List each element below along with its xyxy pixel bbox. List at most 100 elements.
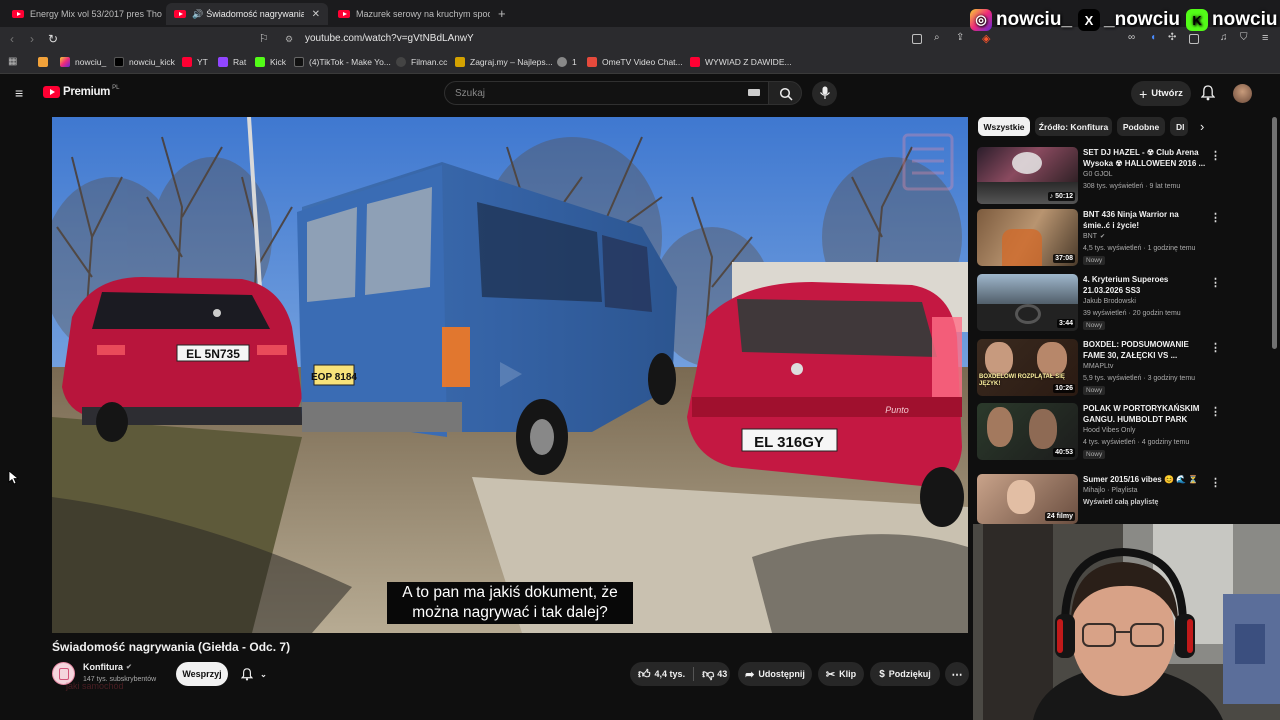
browser-tab-energy-mix[interactable]: Energy Mix vol 53/2017 pres Tho: [4, 3, 164, 25]
channel-name[interactable]: Konfitura ✔: [83, 662, 132, 672]
share-page-icon[interactable]: ⇪: [956, 32, 964, 43]
bookmark-folder[interactable]: [38, 57, 53, 67]
reload-icon[interactable]: ↻: [48, 32, 58, 46]
url-field[interactable]: youtube.com/watch?v=gVtNBdLAnwY: [305, 33, 474, 44]
youtube-premium-logo[interactable]: Premium PL: [43, 85, 119, 98]
rec-meta: 4,5 tys. wyświetleń · 1 godzinę temu: [1083, 245, 1196, 252]
car-brand-text: Punto: [885, 405, 909, 415]
clip-button[interactable]: ✂ Klip: [818, 662, 864, 686]
duration-badge: 37:08: [1053, 254, 1075, 263]
chip-related[interactable]: Podobne: [1117, 117, 1165, 136]
search-input[interactable]: Szukaj: [444, 81, 769, 105]
chip-partial[interactable]: Dl: [1170, 117, 1188, 136]
more-vertical-icon[interactable]: ⋮: [1210, 405, 1221, 418]
guide-menu-icon[interactable]: ≡: [15, 85, 23, 101]
create-button[interactable]: + Utwórz: [1131, 81, 1191, 106]
notifications-bell-icon[interactable]: [1201, 85, 1215, 101]
webcam-overlay: [973, 524, 1280, 720]
chip-source[interactable]: Źródło: Konfitura: [1035, 117, 1112, 136]
tab-title: Świadomość nagrywania (Gie: [206, 9, 304, 19]
share-button[interactable]: ➦ Udostępnij: [738, 662, 812, 686]
bookmark-zagraj[interactable]: Zagraj.my – Najleps...: [455, 57, 553, 67]
bookmark-kick[interactable]: Kick: [255, 57, 286, 67]
bookmark-one[interactable]: 1: [557, 57, 577, 67]
share-arrow-icon: ➦: [745, 668, 755, 681]
chevron-down-icon: ⌄: [260, 669, 267, 679]
dislike-count[interactable]: 43: [717, 669, 727, 679]
bookmark-icon[interactable]: ⚐: [259, 32, 269, 45]
chevron-right-icon[interactable]: ›: [1200, 119, 1204, 134]
tab-title: Mazurek serowy na kruchym spodzie: [356, 9, 490, 19]
more-actions-button[interactable]: ⋯: [945, 662, 969, 686]
more-vertical-icon[interactable]: ⋮: [1210, 476, 1221, 489]
list-item[interactable]: 37:08 BNT 436 Ninja Warrior na śmie..ć i…: [977, 209, 1221, 267]
new-tab-plus-icon[interactable]: +: [498, 6, 506, 21]
bookmark-instagram[interactable]: nowciu_: [60, 57, 106, 67]
folder-icon: [38, 57, 48, 67]
zoom-icon[interactable]: ⌕: [934, 32, 940, 43]
bookmark-label: 1: [572, 57, 577, 67]
chip-all[interactable]: Wszystkie: [978, 117, 1030, 136]
subtitle-line: A to pan ma jakiś dokument, że: [402, 584, 618, 601]
bookmark-x[interactable]: nowciu_kick: [114, 57, 175, 67]
thanks-button[interactable]: $ Podziękuj: [870, 662, 940, 686]
bookmark-yt[interactable]: YT: [182, 57, 208, 67]
list-item[interactable]: ♪ 50:12 SET DJ HAZEL - ☢ Club Arena Wyso…: [977, 147, 1221, 205]
duration-badge: ♪ 50:12: [1047, 192, 1075, 201]
bookmark-rat[interactable]: Rat: [218, 57, 246, 67]
list-item[interactable]: 40:53 POLAK W PORTORYKAŃSKIM GANGU. HUMB…: [977, 403, 1221, 461]
list-item[interactable]: BOXDELOWI ROZPLĄTAŁ SIĘ JĘZYK! 10:26 BOX…: [977, 339, 1221, 397]
youtube-logo-icon: [43, 86, 60, 98]
logo-text: Premium: [63, 86, 111, 98]
video-title: Świadomość nagrywania (Giełda - Odc. 7): [52, 640, 291, 654]
bookmark-filman[interactable]: Filman.cc: [396, 57, 447, 67]
scissors-icon: ✂: [825, 668, 836, 681]
site-settings-icon[interactable]: ⚙: [285, 34, 293, 45]
instagram-handle: ◎ nowciu_: [970, 9, 1072, 31]
support-button[interactable]: Wesprzyj: [176, 662, 228, 686]
keyboard-icon[interactable]: [748, 89, 760, 96]
kick-text: nowciu: [1212, 9, 1278, 30]
view-playlist-link[interactable]: Wyświetl całą playlistę: [1083, 499, 1158, 506]
instagram-text: nowciu_: [996, 9, 1073, 30]
rec-title: POLAK W PORTORYKAŃSKIM GANGU. HUMBOLDT P…: [1083, 404, 1200, 424]
filman-icon: [396, 57, 406, 67]
microphone-icon: [820, 86, 830, 99]
browser-tab-mazurek[interactable]: Mazurek serowy na kruchym spodzie: [330, 3, 490, 25]
rec-meta: 39 wyświetleń · 20 godzin temu: [1083, 310, 1181, 317]
screen-cast-icon[interactable]: [912, 34, 922, 44]
voice-search-button[interactable]: [812, 81, 837, 106]
avatar[interactable]: [1233, 84, 1252, 103]
verified-check-icon: ✔: [126, 664, 132, 671]
rec-meta: 308 tys. wyświetleń · 9 lat temu: [1083, 183, 1181, 190]
sidebar-scrollbar[interactable]: [1272, 117, 1277, 349]
bookmark-wywiad[interactable]: WYWIAD Z DAWIDE...: [690, 57, 792, 67]
bookmark-tiktok[interactable]: (4)TikTok - Make Yo...: [294, 57, 391, 67]
instagram-icon: ◎: [970, 9, 992, 31]
bookmark-label: Filman.cc: [411, 57, 448, 67]
like-count[interactable]: 4,4 tys.: [655, 669, 686, 679]
close-tab-icon[interactable]: ✕: [312, 9, 320, 20]
bookmark-label: nowciu_kick: [129, 57, 175, 67]
more-vertical-icon[interactable]: ⋮: [1210, 149, 1221, 162]
rec-channel: MMAPLtv: [1083, 363, 1114, 370]
plus-icon: +: [1139, 85, 1148, 102]
more-vertical-icon[interactable]: ⋮: [1210, 211, 1221, 224]
back-arrow-icon[interactable]: ‹: [10, 32, 14, 46]
list-item[interactable]: 3:44 4. Kryterium Superoes 21.03.2026 SS…: [977, 274, 1221, 332]
thumbs-down-icon[interactable]: 👎︎: [702, 667, 714, 682]
tiktok-icon: [294, 57, 304, 67]
notifications-dropdown-button[interactable]: ⌄: [233, 662, 275, 686]
kick-logo-icon: K: [1186, 9, 1209, 31]
search-button[interactable]: [768, 81, 802, 105]
more-vertical-icon[interactable]: ⋮: [1210, 341, 1221, 354]
forward-arrow-icon[interactable]: ›: [30, 32, 34, 46]
rec-title: SET DJ HAZEL - ☢ Club Arena Wysoka ☢ HAL…: [1083, 148, 1206, 168]
thumbs-up-icon[interactable]: 👍︎: [638, 667, 651, 682]
video-player[interactable]: EL 5N735 EOP 8184 EL 316GY Punto: [52, 117, 968, 633]
apps-grid-icon[interactable]: ▦: [8, 56, 17, 67]
browser-tab-active[interactable]: 🔊 Świadomość nagrywania (Gie ✕: [166, 3, 328, 25]
bookmark-ometv[interactable]: OmeTV Video Chat...: [587, 57, 683, 67]
more-vertical-icon[interactable]: ⋮: [1210, 276, 1221, 289]
youtube-favicon-icon: [182, 57, 192, 67]
